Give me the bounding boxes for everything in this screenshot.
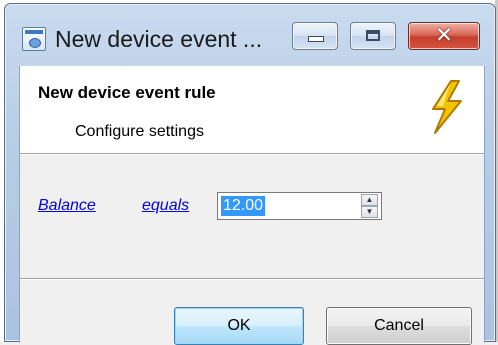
app-icon-badge: [29, 38, 41, 48]
window-title: New device event ...: [55, 26, 263, 52]
minimize-button[interactable]: [292, 22, 338, 50]
app-icon-bar: [25, 30, 43, 34]
value-spinbox[interactable]: 12.00 ▲ ▼: [217, 192, 382, 220]
dialog-window: New device event ... ✕ New device event …: [4, 3, 496, 345]
header-title: New device event rule: [38, 83, 216, 102]
close-icon: ✕: [435, 24, 453, 47]
maximize-icon: [366, 30, 380, 41]
value-field[interactable]: 12.00: [221, 196, 266, 216]
ok-button[interactable]: OK: [174, 307, 304, 345]
footer-divider-highlight: [20, 279, 484, 280]
equals-link[interactable]: equals: [142, 197, 189, 215]
close-button[interactable]: ✕: [408, 22, 480, 50]
cancel-button[interactable]: Cancel: [326, 307, 472, 345]
maximize-button[interactable]: [350, 22, 396, 50]
spin-up-button[interactable]: ▲: [361, 194, 378, 206]
balance-link[interactable]: Balance: [38, 197, 96, 215]
app-window-icon[interactable]: [22, 27, 46, 51]
minimize-icon: [308, 36, 324, 42]
lightning-icon: [432, 80, 462, 134]
header-divider-highlight: [20, 154, 484, 155]
wizard-header: New device event rule Configure settings: [20, 66, 484, 153]
title-bar[interactable]: New device event ... ✕: [5, 4, 495, 66]
header-subtitle: Configure settings: [75, 123, 204, 140]
dialog-client-area: New device event rule Configure settings…: [19, 66, 485, 345]
spin-down-button[interactable]: ▼: [361, 206, 378, 218]
